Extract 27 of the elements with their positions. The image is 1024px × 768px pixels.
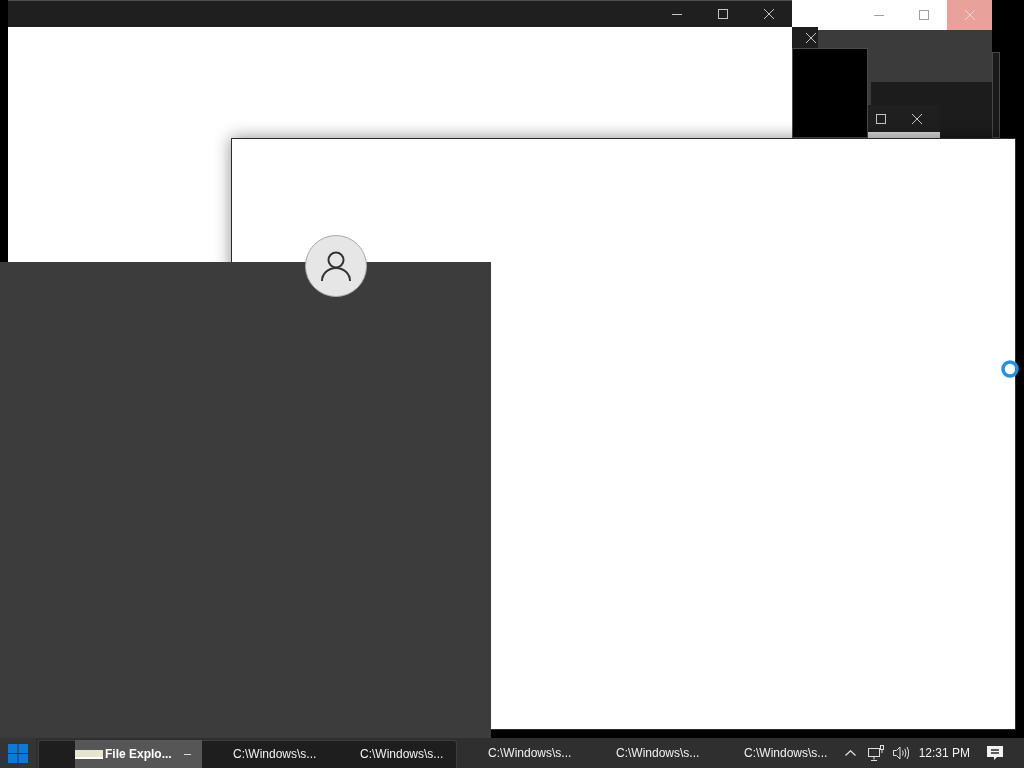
close-icon xyxy=(964,10,975,20)
taskbar-button[interactable]: File Explo... xyxy=(75,740,202,768)
maximize-icon xyxy=(718,9,728,19)
minimize-icon xyxy=(672,13,682,15)
network-icon[interactable] xyxy=(867,745,884,761)
close-icon xyxy=(912,113,922,124)
close-icon xyxy=(764,9,774,19)
taskbar-button[interactable]: C:\Windows\s... xyxy=(457,738,585,768)
dash-icon xyxy=(183,753,191,755)
glow-strip-icon xyxy=(75,749,103,759)
chevron-up-icon[interactable] xyxy=(844,750,856,756)
taskbar-button[interactable]: C:\Windows\s... xyxy=(713,738,841,768)
taskbar-button[interactable]: C:\Windows\s... xyxy=(585,738,713,768)
loading-ring-icon xyxy=(1001,360,1019,378)
taskbar-button[interactable]: C:\Windows\s... xyxy=(329,740,456,768)
start-button[interactable] xyxy=(0,738,36,768)
maximize-icon xyxy=(919,10,929,20)
clock[interactable]: 12:31 PM xyxy=(918,746,970,760)
maximize-icon xyxy=(876,113,886,124)
volume-icon[interactable] xyxy=(892,746,909,760)
minimize-icon xyxy=(873,14,884,16)
window-content xyxy=(868,132,940,138)
windows-logo-icon xyxy=(8,743,28,763)
close-icon xyxy=(806,32,816,43)
taskbar-button[interactable]: C:\Windows\s... xyxy=(202,740,329,768)
notification-icon[interactable] xyxy=(987,745,1003,761)
avatar-icon xyxy=(305,235,367,297)
